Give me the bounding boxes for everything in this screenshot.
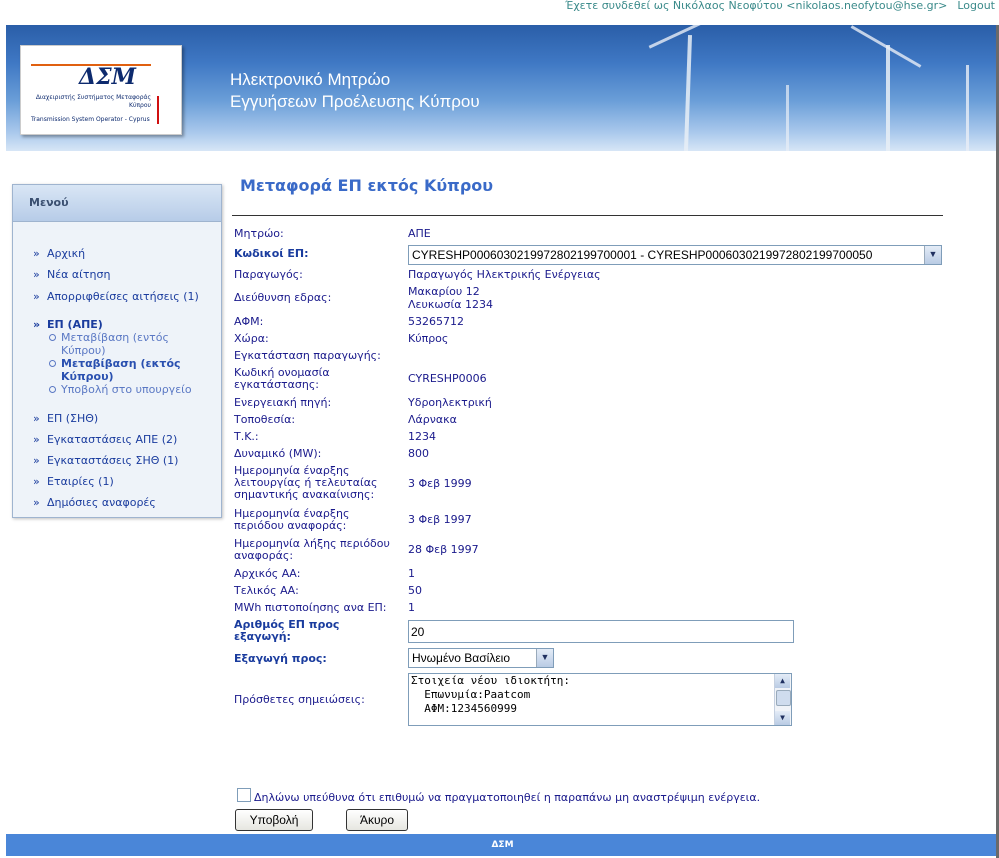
submit-button[interactable]: Υποβολή (235, 809, 313, 831)
menu-header: Μενού (13, 185, 221, 222)
menu-item-public-reports[interactable]: » Δημόσιες αναφορές (33, 496, 156, 509)
submenu-submit-ministry[interactable]: Υποβολή στο υπουργείο (49, 383, 209, 396)
arrow-icon: » (33, 454, 40, 467)
menu-item-ep-ape[interactable]: » ΕΠ (ΑΠΕ) (33, 318, 103, 331)
arrow-icon: » (33, 412, 40, 425)
menu-item-rejected[interactable]: » Απορριφθείσες αιτήσεις (1) (33, 290, 199, 303)
login-info: Έχετε συνδεθεί ως Νικόλαος Νεοφύτου <nik… (565, 0, 948, 12)
arrow-icon: » (33, 475, 40, 488)
bullet-icon (49, 360, 56, 367)
notes-textarea[interactable]: Στοιχεία νέου ιδιοκτήτη: Επωνυμία:Paatco… (408, 673, 792, 726)
ep-count-input[interactable] (408, 620, 794, 643)
cancel-button[interactable]: Άκυρο (346, 809, 408, 831)
declaration-checkbox[interactable] (237, 788, 251, 802)
arrow-icon: » (33, 496, 40, 509)
submenu-transfer-abroad[interactable]: Μεταβίβαση (εκτός Κύπρου) (49, 357, 189, 383)
menu-item-companies[interactable]: » Εταιρίες (1) (33, 475, 114, 488)
arrow-icon: » (33, 433, 40, 446)
scroll-thumb (776, 690, 791, 706)
menu-item-installations-ape[interactable]: » Εγκαταστάσεις ΑΠΕ (2) (33, 433, 177, 446)
registry-title: Ηλεκτρονικό Μητρώο Εγγυήσεων Προέλευσης … (230, 70, 480, 111)
title-divider (232, 215, 943, 216)
dsm-logo: ΔΣΜ Διαχειριστής Συστήματος Μεταφοράς Κύ… (20, 45, 182, 135)
menu-item-ep-sith[interactable]: » ΕΠ (ΣΗΘ) (33, 412, 98, 425)
top-bar: Έχετε συνδεθεί ως Νικόλαος Νεοφύτου <nik… (0, 0, 999, 25)
arrow-icon: » (33, 318, 41, 331)
menu-item-installations-sith[interactable]: » Εγκαταστάσεις ΣΗΘ (1) (33, 454, 178, 467)
bullet-icon (49, 386, 56, 393)
menu-item-new-application[interactable]: » Νέα αίτηση (33, 268, 110, 281)
scroll-up-icon: ▲ (775, 674, 790, 688)
notes-scrollbar[interactable]: ▲ ▼ (774, 674, 791, 725)
footer: ΔΣΜ (6, 834, 999, 856)
export-country-select[interactable]: Ηνωμένο Βασίλειο ▼ (408, 648, 554, 668)
logout-link[interactable]: Logout (957, 0, 995, 12)
ep-codes-select[interactable]: CYRESHP0006030219972802199700001 - CYRES… (408, 245, 942, 265)
arrow-icon: » (33, 268, 40, 281)
sidebar-menu: Μενού » Αρχική » Νέα αίτηση » Απορριφθείσες… (12, 184, 222, 518)
arrow-icon: » (33, 247, 40, 260)
declaration-label: Δηλώνω υπεύθυνα ότι επιθυμώ να πραγματοπ… (254, 791, 761, 804)
menu-item-home[interactable]: » Αρχική (33, 247, 85, 260)
chevron-down-icon[interactable]: ▼ (924, 246, 941, 264)
arrow-icon: » (33, 290, 40, 303)
chevron-down-icon[interactable]: ▼ (536, 649, 553, 667)
submenu-transfer-domestic[interactable]: Μεταβίβαση (εντός Κύπρου) (49, 331, 169, 357)
bullet-icon (49, 334, 56, 341)
scroll-down-icon: ▼ (775, 711, 790, 725)
page-title: Μεταφορά ΕΠ εκτός Κύπρου (240, 176, 494, 195)
header-banner: ΔΣΜ Διαχειριστής Συστήματος Μεταφοράς Κύ… (6, 25, 999, 151)
